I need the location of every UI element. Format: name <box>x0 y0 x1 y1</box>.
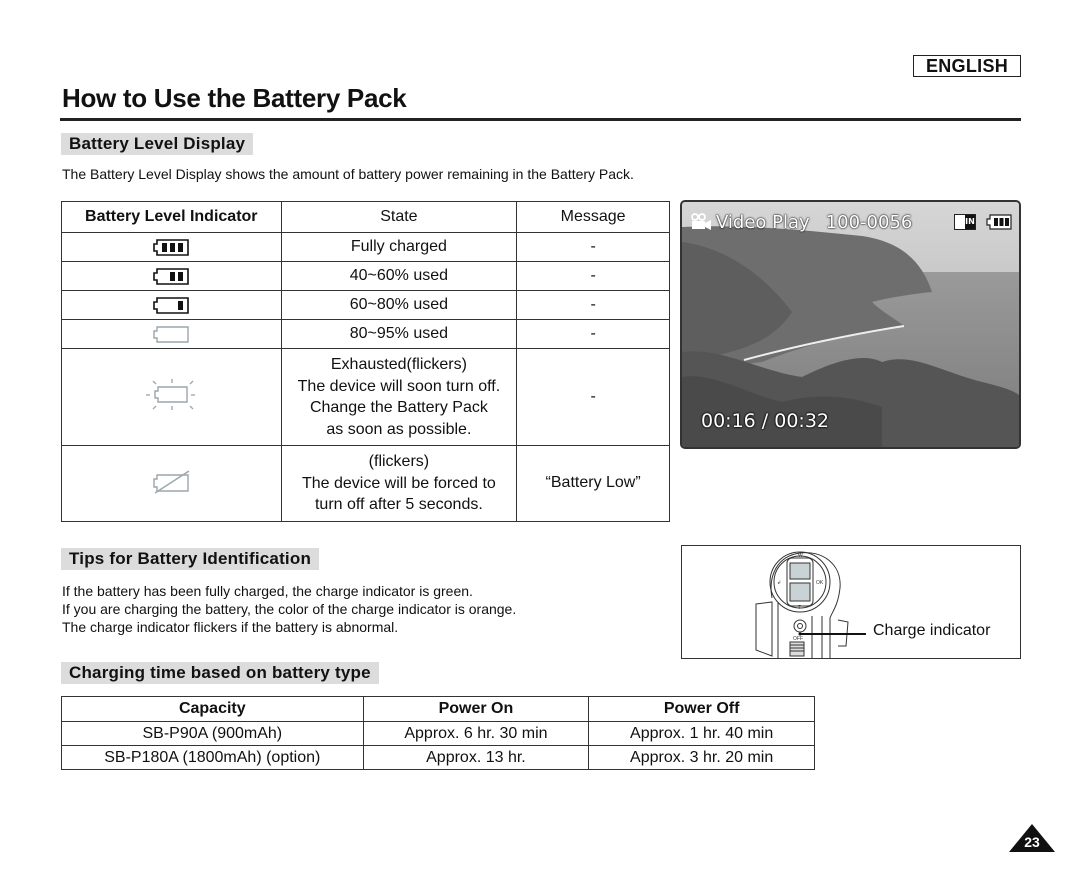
table-row: SB-P180A (1800mAh) (option) Approx. 13 h… <box>61 745 815 770</box>
battery-full-icon <box>986 214 1012 230</box>
table-header-row: Capacity Power On Power Off <box>61 696 815 722</box>
osd-file-number: 100-0056 <box>825 211 913 233</box>
column-header-message: Message <box>516 201 670 233</box>
tips-line: The charge indicator flickers if the bat… <box>62 619 399 635</box>
state-cell: 80~95% used <box>280 319 518 349</box>
figure-label-return: ↲ <box>777 580 781 586</box>
osd-mode-label: Video Play <box>716 211 810 233</box>
power-on-cell: Approx. 13 hr. <box>362 745 590 770</box>
page-title: How to Use the Battery Pack <box>62 83 407 113</box>
tips-line: If the battery has been fully charged, t… <box>62 583 473 599</box>
figure-label-t: T <box>798 605 801 611</box>
indicator-cell <box>61 319 282 349</box>
table-row: (flickers) The device will be forced to … <box>61 445 670 522</box>
state-line: Change the Battery Pack <box>309 399 488 416</box>
charging-time-table: Capacity Power On Power Off SB-P90A (900… <box>61 696 815 770</box>
state-line: turn off after 5 seconds. <box>314 496 483 513</box>
battery-full-icon <box>153 239 190 256</box>
state-line: The device will be forced to <box>301 474 496 492</box>
charge-indicator-figure: W T ↲ OK OFF Charge indicator <box>681 545 1021 659</box>
column-header-power-on: Power On <box>362 696 590 722</box>
indicator-cell <box>61 445 282 522</box>
figure-label-off: OFF <box>793 636 803 642</box>
state-line: as soon as possible. <box>326 420 472 438</box>
internal-memory-icon: IN <box>954 214 976 230</box>
message-cell: “Battery Low” <box>516 445 670 522</box>
battery-level-description: The Battery Level Display shows the amou… <box>62 166 634 182</box>
section-heading-charging-time: Charging time based on battery type <box>61 662 379 684</box>
column-header-indicator: Battery Level Indicator <box>61 201 282 233</box>
message-cell: - <box>516 290 670 320</box>
state-cell: 60~80% used <box>280 290 518 320</box>
indicator-cell <box>61 348 282 446</box>
video-camera-icon <box>691 213 711 230</box>
battery-two-bars-icon <box>153 268 190 285</box>
language-badge: ENGLISH <box>913 55 1021 77</box>
column-header-capacity: Capacity <box>61 696 364 722</box>
table-row: 80~95% used - <box>61 319 670 349</box>
page-number: 23 <box>1024 834 1040 850</box>
power-on-cell: Approx. 6 hr. 30 min <box>362 721 590 746</box>
state-line: The device will soon turn off. <box>297 377 501 395</box>
message-cell: - <box>516 232 670 262</box>
message-cell: - <box>516 319 670 349</box>
table-row: Fully charged - <box>61 232 670 262</box>
state-cell: Fully charged <box>280 232 518 262</box>
indicator-cell <box>61 261 282 291</box>
memory-badge-text: IN <box>965 215 975 229</box>
battery-one-bar-icon <box>153 297 190 314</box>
state-line: (flickers) <box>368 453 430 470</box>
indicator-cell <box>61 290 282 320</box>
power-off-cell: Approx. 1 hr. 40 min <box>588 721 815 746</box>
power-off-cell: Approx. 3 hr. 20 min <box>588 745 815 770</box>
table-row: 40~60% used - <box>61 261 670 291</box>
table-header-row: Battery Level Indicator State Message <box>61 201 670 233</box>
message-cell: - <box>516 261 670 291</box>
figure-label-w: W <box>798 553 803 559</box>
page-number-badge: 23 <box>1008 823 1056 853</box>
capacity-cell: SB-P90A (900mAh) <box>61 721 364 746</box>
title-divider <box>60 118 1021 121</box>
column-header-power-off: Power Off <box>588 696 815 722</box>
table-row: 60~80% used - <box>61 290 670 320</box>
battery-exhausted-flicker-icon <box>146 379 196 410</box>
section-heading-tips: Tips for Battery Identification <box>61 548 320 570</box>
state-cell: (flickers) The device will be forced to … <box>280 445 518 522</box>
battery-dead-icon <box>153 470 190 494</box>
state-cell: Exhausted(flickers) The device will soon… <box>280 348 518 446</box>
osd-playback-time: 00:16 / 00:32 <box>701 410 829 432</box>
tips-line: If you are charging the battery, the col… <box>62 601 517 617</box>
table-row: Exhausted(flickers) The device will soon… <box>61 348 670 446</box>
column-header-state: State <box>280 201 518 233</box>
battery-level-table: Battery Level Indicator State Message Fu… <box>61 201 670 522</box>
state-line: Exhausted(flickers) <box>330 356 467 373</box>
camcorder-illustration: W T ↲ OK OFF <box>755 551 866 658</box>
message-cell: - <box>516 348 670 446</box>
lcd-screen-preview: Video Play 100-0056 IN 00:16 / 00:32 <box>680 200 1021 449</box>
state-cell: 40~60% used <box>280 261 518 291</box>
osd-status-bar: Video Play 100-0056 IN <box>690 210 1012 234</box>
charge-indicator-label: Charge indicator <box>873 622 991 639</box>
table-row: SB-P90A (900mAh) Approx. 6 hr. 30 min Ap… <box>61 721 815 746</box>
indicator-cell <box>61 232 282 262</box>
section-heading-battery-level-display: Battery Level Display <box>61 133 254 155</box>
battery-empty-icon <box>153 326 189 343</box>
capacity-cell: SB-P180A (1800mAh) (option) <box>61 745 364 770</box>
figure-label-ok: OK <box>816 580 824 586</box>
